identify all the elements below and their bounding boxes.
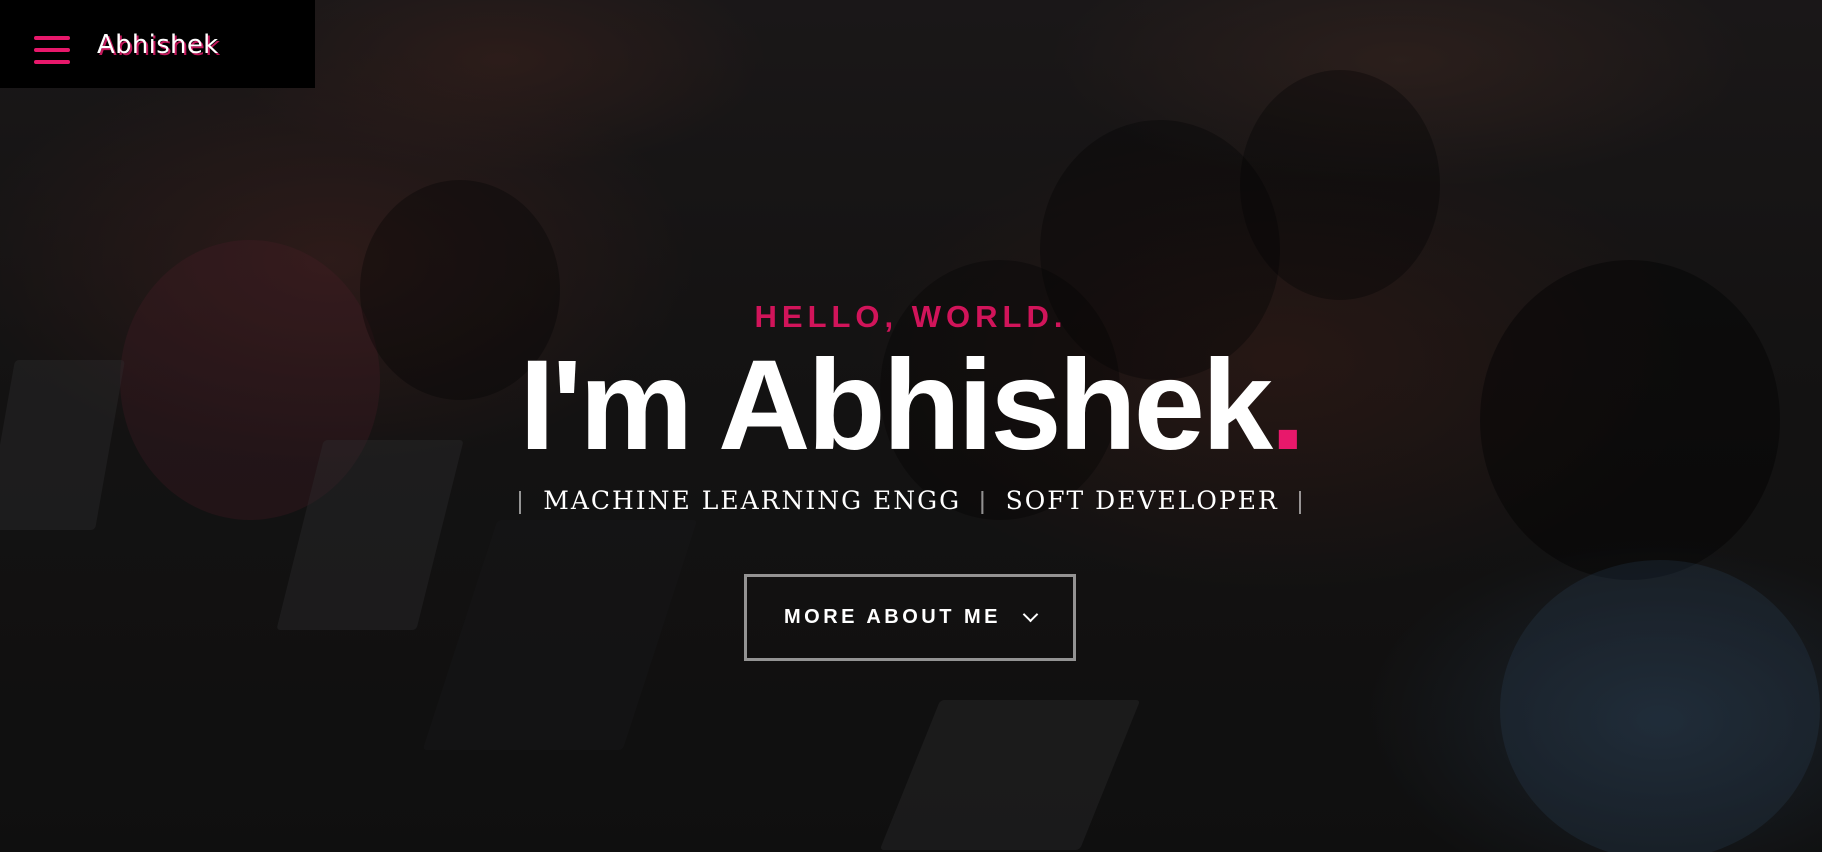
hamburger-menu-icon[interactable] <box>34 36 70 64</box>
chevron-down-icon <box>1022 606 1039 623</box>
roles-line: | MACHINE LEARNING ENGG | SOFT DEVELOPER | <box>0 486 1822 516</box>
role-separator: | <box>1296 487 1306 515</box>
headline-text: I'm Abhishek <box>519 334 1273 477</box>
greeting-text: HELLO, WORLD. <box>754 299 1068 334</box>
role-machine-learning: MACHINE LEARNING ENGG <box>543 486 962 515</box>
role-separator: | <box>516 487 526 515</box>
headline-dot: . <box>1270 334 1306 477</box>
more-about-me-button[interactable]: MORE ABOUT ME <box>744 574 1076 661</box>
page-title: I'm Abhishek. <box>0 336 1822 476</box>
role-soft-developer: SOFT DEVELOPER <box>1005 486 1279 515</box>
intro-section: HELLO, WORLD. I'm Abhishek. | MACHINE LEA… <box>0 0 1822 852</box>
more-about-me-label: MORE ABOUT ME <box>784 606 1001 628</box>
brand-logo-link[interactable]: Abhishek <box>97 30 218 60</box>
brand-bar: Abhishek <box>0 0 315 88</box>
role-separator: | <box>979 487 988 515</box>
